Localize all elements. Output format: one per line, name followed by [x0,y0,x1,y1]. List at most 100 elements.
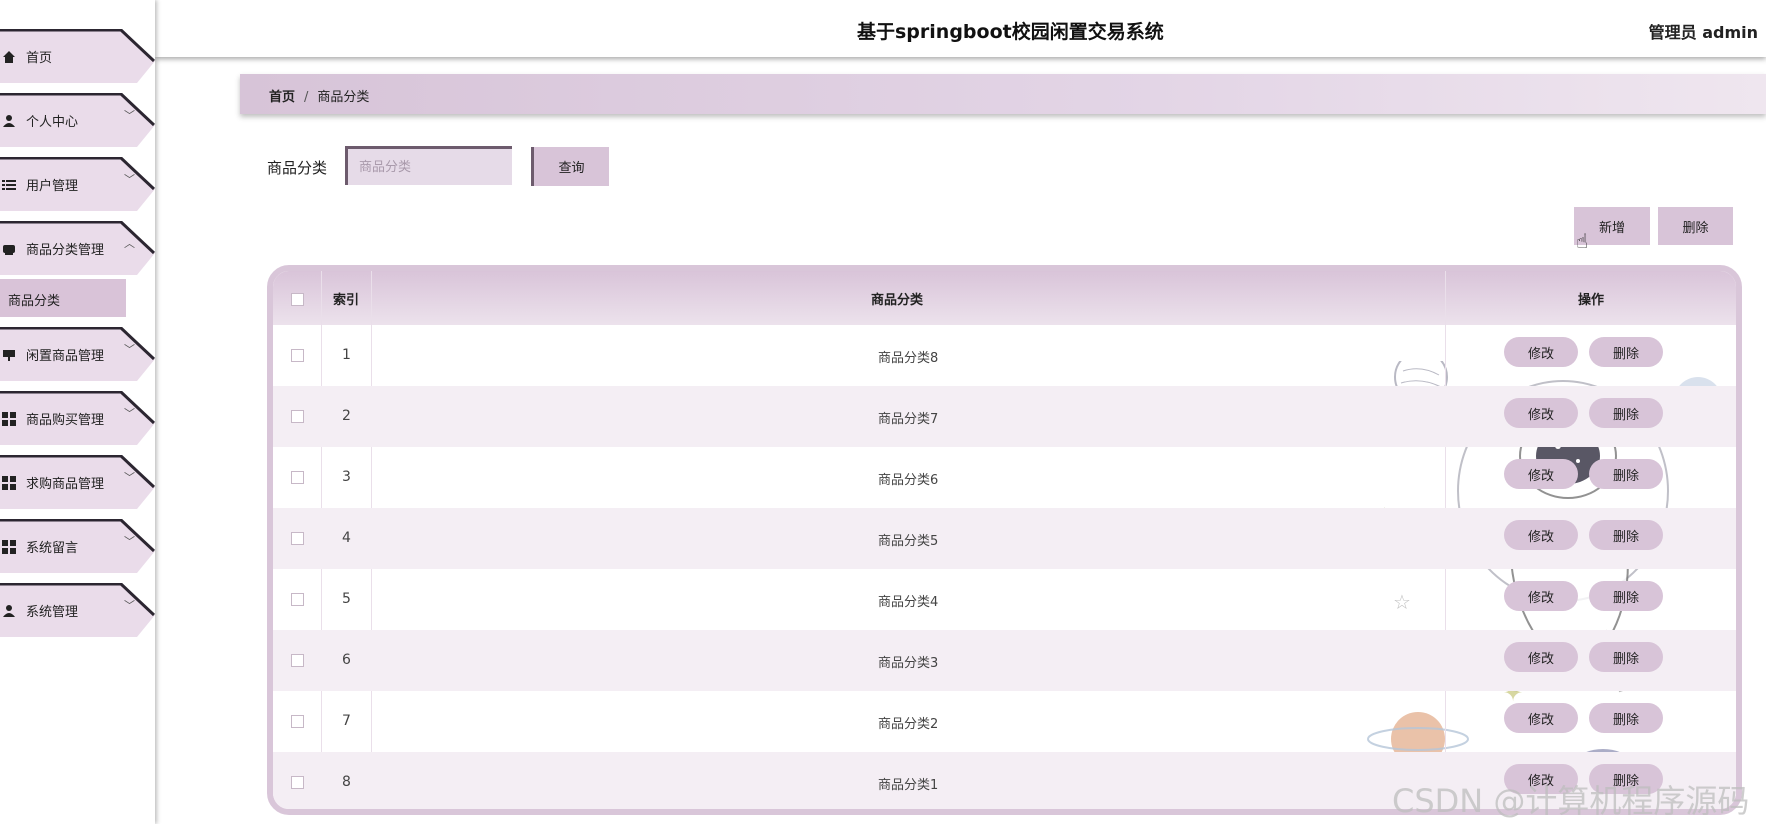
delete-button[interactable]: 删除 [1589,642,1663,672]
sidebar-item-9[interactable]: 系统管理 ﹀ [0,583,155,637]
sidebar-subitem-label: 商品分类 [8,294,61,309]
sidebar-subitem-category[interactable]: 商品分类 [0,279,126,317]
batch-delete-button[interactable]: 删除 [1658,207,1733,245]
box-icon [2,241,16,255]
row-index: 2 [342,408,351,424]
row-index: 4 [342,530,351,546]
select-all-checkbox[interactable] [291,293,304,306]
row-index: 7 [342,713,351,729]
edit-button[interactable]: 修改 [1504,459,1578,489]
sidebar-item-7[interactable]: 求购商品管理 ﹀ [0,455,155,509]
row-index: 1 [342,347,351,363]
row-index: 6 [342,652,351,668]
sidebar-item-5[interactable]: 闲置商品管理 ﹀ [0,327,155,381]
table-row: 3 商品分类6 修改 删除 [273,447,1736,508]
sidebar-item-8[interactable]: 系统留言 ﹀ [0,519,155,573]
delete-button[interactable]: 删除 [1589,337,1663,367]
chevron-down-icon: ﹀ [124,407,135,420]
chevron-down-icon: ﹀ [124,173,135,186]
table-row: 2 商品分类7 修改 删除 [273,386,1736,447]
sidebar-item-label: 用户管理 [26,179,79,194]
table-row: 5 商品分类4 修改 删除 [273,569,1736,630]
chevron-down-icon: ﹀ [124,535,135,548]
column-actions: 操作 [1578,293,1605,308]
sidebar-item-label: 商品分类管理 [26,243,105,258]
top-header: 基于springboot校园闲置交易系统 管理员 admin [155,0,1766,57]
current-user[interactable]: 管理员 admin [1649,19,1758,43]
row-checkbox[interactable] [291,776,304,789]
table-header: 索引 商品分类 操作 [273,271,1736,325]
sidebar-item-label: 个人中心 [26,115,79,130]
edit-button[interactable]: 修改 [1504,337,1578,367]
sidebar-item-label: 求购商品管理 [26,477,105,492]
person-icon [2,113,16,127]
column-category: 商品分类 [871,293,924,308]
sidebar-item-4[interactable]: 商品分类管理 ︿ [0,221,155,275]
sidebar-item-label: 系统管理 [26,605,79,620]
sidebar-item-label: 系统留言 [26,541,79,556]
sidebar: 首页 个人中心 ﹀ 用户管理 ﹀ 商品分类管理 ︿ 闲置商品管理 ﹀ 商品购买管理 ﹀ 求购商品管理 ﹀… [0,0,155,824]
edit-button[interactable]: 修改 [1504,398,1578,428]
search-input[interactable] [345,146,512,185]
sidebar-item-label: 商品购买管理 [26,413,105,428]
home-icon [2,49,16,63]
grid-icon [2,475,16,490]
sidebar-item-2[interactable]: 个人中心 ﹀ [0,93,155,147]
breadcrumb: 首页 / 商品分类 [240,74,1766,114]
row-checkbox[interactable] [291,410,304,423]
category-table: ★ ☆ ✦ ✧ 索引 商品分类 操作 1商品分类8修改删除2商品分类7修改删除3… [267,265,1742,815]
grid-icon [2,411,16,426]
row-category: 商品分类8 [878,351,939,366]
row-checkbox[interactable] [291,471,304,484]
query-button[interactable]: 查询 [531,147,609,186]
column-index: 索引 [333,293,360,308]
delete-button[interactable]: 删除 [1589,398,1663,428]
sidebar-item-1[interactable]: 首页 [0,29,155,83]
edit-button[interactable]: 修改 [1504,642,1578,672]
row-checkbox[interactable] [291,532,304,545]
table-row: 7 商品分类2 修改 删除 [273,691,1736,752]
row-category: 商品分类2 [878,717,939,732]
delete-button[interactable]: 删除 [1589,459,1663,489]
row-category: 商品分类7 [878,412,939,427]
row-category: 商品分类5 [878,534,939,549]
row-category: 商品分类3 [878,656,939,671]
row-index: 8 [342,774,351,790]
list-icon [2,177,16,191]
person-icon [2,603,16,617]
breadcrumb-current: 商品分类 [317,90,370,105]
table-row: 1 商品分类8 修改 删除 [273,325,1736,386]
sidebar-item-label: 闲置商品管理 [26,349,105,364]
delete-button[interactable]: 删除 [1589,703,1663,733]
row-category: 商品分类1 [878,778,939,793]
page-title: 基于springboot校园闲置交易系统 [857,21,1164,43]
row-index: 3 [342,469,351,485]
sidebar-item-label: 首页 [26,51,53,66]
chevron-up-icon: ︿ [124,237,135,250]
sidebar-item-6[interactable]: 商品购买管理 ﹀ [0,391,155,445]
table-row: 6 商品分类3 修改 删除 [273,630,1736,691]
row-checkbox[interactable] [291,715,304,728]
delete-button[interactable]: 删除 [1589,520,1663,550]
delete-button[interactable]: 删除 [1589,581,1663,611]
chevron-down-icon: ﹀ [124,599,135,612]
edit-button[interactable]: 修改 [1504,520,1578,550]
row-index: 5 [342,591,351,607]
table-row: 4 商品分类5 修改 删除 [273,508,1736,569]
stand-icon [2,347,16,361]
edit-button[interactable]: 修改 [1504,703,1578,733]
sidebar-item-3[interactable]: 用户管理 ﹀ [0,157,155,211]
row-category: 商品分类4 [878,595,939,610]
csdn-watermark: CSDN @计算机程序源码 [1392,782,1750,820]
breadcrumb-home[interactable]: 首页 [269,90,295,105]
breadcrumb-separator: / [304,90,309,105]
chevron-down-icon: ﹀ [124,343,135,356]
sidebar-item-tab-shape [0,29,155,83]
row-checkbox[interactable] [291,654,304,667]
edit-button[interactable]: 修改 [1504,581,1578,611]
row-checkbox[interactable] [291,593,304,606]
grid-icon [2,539,16,554]
row-checkbox[interactable] [291,349,304,362]
chevron-down-icon: ﹀ [124,109,135,122]
hand-cursor-icon: ☝ [1576,229,1589,253]
